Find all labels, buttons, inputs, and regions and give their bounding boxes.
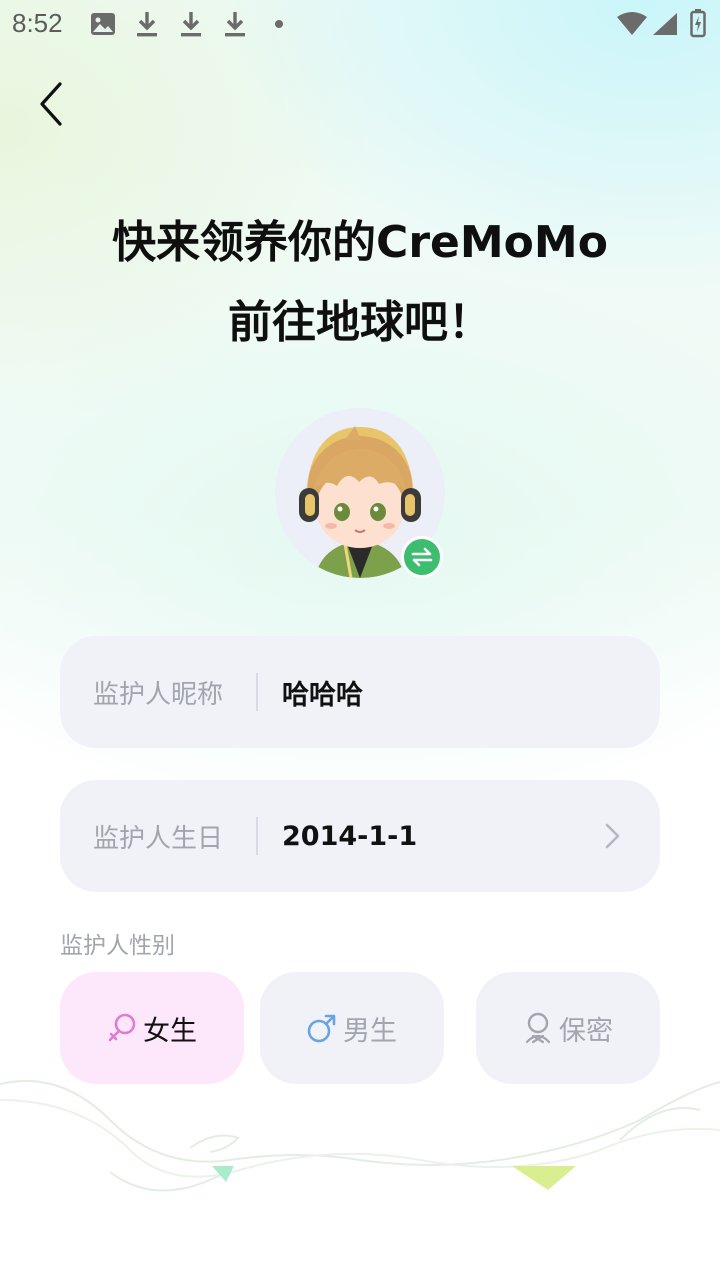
swap-arrows-icon — [411, 547, 433, 567]
nickname-input[interactable]: 哈哈哈 — [282, 673, 363, 712]
birthday-value[interactable]: 2014-1-1 — [282, 821, 417, 852]
birthday-field[interactable]: 监护人生日 2014-1-1 — [60, 780, 660, 892]
chevron-right-icon — [605, 823, 620, 849]
download-icon — [181, 12, 201, 37]
decorative-hills — [0, 1080, 720, 1192]
signal-icon — [653, 13, 677, 35]
image-icon — [91, 13, 115, 35]
gender-label: 监护人性别 — [60, 933, 175, 959]
nickname-field[interactable]: 监护人昵称 哈哈哈 — [60, 636, 660, 748]
male-icon — [307, 1014, 336, 1043]
female-icon — [108, 1013, 136, 1042]
back-button[interactable] — [30, 78, 74, 130]
page-title: 快来领养你的CreMoMo — [112, 217, 608, 268]
nickname-label: 监护人昵称 — [93, 679, 224, 710]
wifi-icon — [617, 12, 647, 35]
field-divider — [256, 673, 258, 711]
field-divider — [256, 817, 258, 855]
switch-avatar-button[interactable] — [401, 536, 443, 578]
gender-female-label: 女生 — [143, 1015, 197, 1047]
status-time: 8:52 — [12, 8, 63, 38]
status-bar: 8:52 — [0, 0, 720, 48]
chevron-left-icon — [40, 82, 62, 126]
page-subtitle: 前往地球吧！ — [228, 297, 492, 348]
dot-icon — [275, 20, 283, 28]
birthday-label: 监护人生日 — [93, 823, 224, 854]
battery-charging-icon — [690, 9, 706, 38]
gender-male-label: 男生 — [343, 1015, 397, 1047]
gender-secret-label: 保密 — [559, 1015, 613, 1047]
secret-person-icon — [525, 1012, 551, 1044]
download-icon — [137, 12, 157, 37]
download-icon — [225, 12, 245, 37]
